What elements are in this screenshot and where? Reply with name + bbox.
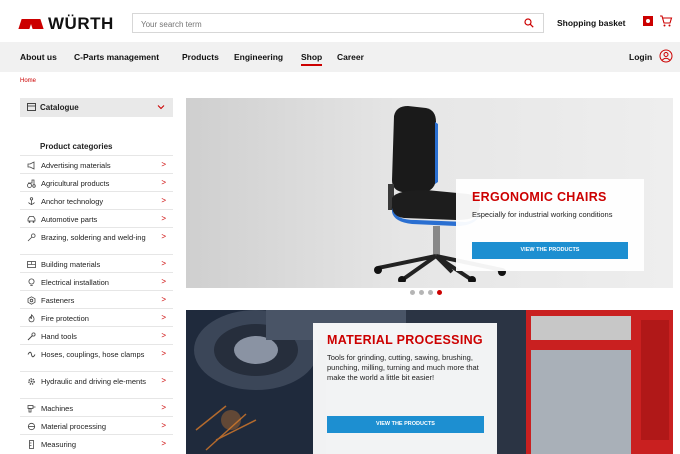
chevron-right-icon: >: [161, 196, 166, 205]
flame-icon: [28, 314, 35, 323]
cart-icon[interactable]: [659, 14, 673, 28]
category-label: Agricultural products: [41, 179, 110, 188]
chevron-right-icon: >: [161, 376, 166, 385]
chevron-right-icon: >: [161, 214, 166, 223]
chairs-promo-title: ERGONOMIC CHAIRS: [472, 190, 607, 204]
search-box: [132, 13, 544, 34]
view-chairs-button[interactable]: VIEW THE PRODUCTS: [472, 242, 628, 259]
gear-icon: [28, 378, 35, 385]
soldering-icon: [27, 233, 36, 242]
chevron-right-icon: >: [161, 349, 166, 358]
ruler-icon: [29, 440, 34, 449]
category-label: Material processing: [41, 422, 107, 431]
category-item[interactable]: Hand tools >: [20, 326, 173, 344]
basket-count-badge: [643, 16, 653, 26]
drill-icon: [27, 405, 36, 413]
search-icon[interactable]: [524, 18, 534, 28]
login-link[interactable]: Login: [629, 52, 652, 62]
chevron-right-icon: >: [161, 421, 166, 430]
category-label: Hoses, couplings, hose clamps: [41, 350, 145, 359]
hose-icon: [27, 351, 36, 358]
bricks-icon: [27, 261, 36, 268]
megaphone-icon: [27, 161, 35, 170]
category-item[interactable]: Electrical installation >: [20, 272, 173, 290]
category-item[interactable]: Automotive parts >: [20, 209, 173, 227]
chevron-right-icon: >: [161, 439, 166, 448]
breadcrumb-home[interactable]: Home: [20, 78, 36, 84]
wurth-logo-mark-icon: [18, 17, 44, 31]
carousel-dot-active[interactable]: [437, 290, 442, 295]
category-label: Measuring: [41, 440, 77, 449]
nav-career[interactable]: Career: [337, 52, 364, 62]
chairs-promo-text: Especially for industrial working condit…: [472, 210, 613, 219]
processing-promo-card: MATERIAL PROCESSING Tools for grinding, …: [313, 323, 497, 454]
chairs-promo-card: ERGONOMIC CHAIRS Especially for industri…: [456, 179, 644, 271]
category-label: Anchor technology: [41, 197, 104, 206]
category-label: Fire protection: [41, 314, 89, 323]
category-label: Hydraulic and driving ele-ments: [41, 377, 147, 386]
category-item[interactable]: Fasteners >: [20, 290, 173, 308]
header: WÜRTH Shopping basket: [0, 0, 680, 42]
nav-products[interactable]: Products: [182, 52, 219, 62]
category-label: Brazing, soldering and weld-ing: [41, 233, 146, 242]
wurth-logo[interactable]: WÜRTH: [18, 14, 114, 34]
shopping-basket-link[interactable]: Shopping basket: [557, 18, 625, 28]
category-label: Fasteners: [41, 296, 75, 305]
search-input[interactable]: [133, 15, 513, 34]
category-label: Automotive parts: [41, 215, 98, 224]
nav-shop[interactable]: Shop: [301, 52, 323, 66]
user-icon[interactable]: [659, 49, 673, 63]
category-label: Hand tools: [41, 332, 77, 341]
processing-promo-text: Tools for grinding, cutting, sawing, bru…: [327, 353, 479, 382]
main-nav: About us C-Parts management Products Eng…: [0, 42, 680, 72]
view-processing-button[interactable]: VIEW THE PRODUCTS: [327, 416, 484, 433]
chevron-right-icon: >: [161, 295, 166, 304]
chevron-right-icon: >: [161, 160, 166, 169]
category-label: Electrical installation: [41, 278, 109, 287]
category-item[interactable]: Machines >: [20, 398, 173, 416]
chevron-right-icon: >: [161, 403, 166, 412]
category-label: Advertising materials: [41, 161, 111, 170]
category-item[interactable]: Material processing >: [20, 416, 173, 434]
product-categories-heading: Product categories: [40, 142, 113, 151]
anchor-icon: [28, 197, 35, 205]
catalogue-icon: [27, 103, 36, 111]
category-item[interactable]: Measuring >: [20, 434, 173, 452]
category-item[interactable]: Advertising materials >: [20, 155, 173, 173]
carousel-dot[interactable]: [428, 290, 433, 295]
carousel-dot[interactable]: [419, 290, 424, 295]
chevron-right-icon: >: [161, 313, 166, 322]
category-item[interactable]: Brazing, soldering and weld-ing >: [20, 227, 173, 254]
chevron-right-icon: >: [161, 277, 166, 286]
chevron-right-icon: >: [161, 232, 166, 241]
category-label: Machines: [41, 404, 74, 413]
category-label: Building materials: [41, 260, 101, 269]
category-item[interactable]: Fire protection >: [20, 308, 173, 326]
catalogue-dropdown[interactable]: Catalogue: [20, 98, 173, 117]
category-item[interactable]: Anchor technology >: [20, 191, 173, 209]
wrench-icon: [27, 332, 36, 341]
bulb-icon: [28, 278, 35, 286]
processing-promo-title: MATERIAL PROCESSING: [327, 333, 483, 347]
category-item[interactable]: Building materials >: [20, 254, 173, 272]
catalogue-label: Catalogue: [40, 103, 79, 112]
nav-engineering[interactable]: Engineering: [234, 52, 283, 62]
carousel-dots: [410, 290, 442, 295]
category-item[interactable]: Agricultural products >: [20, 173, 173, 191]
chevron-right-icon: >: [161, 331, 166, 340]
carousel-dot[interactable]: [410, 290, 415, 295]
tractor-icon: [27, 179, 36, 188]
category-list: Advertising materials > Agricultural pro…: [20, 155, 173, 452]
car-icon: [27, 216, 36, 223]
logo-text: WÜRTH: [48, 14, 114, 33]
grinder-icon: [27, 422, 36, 431]
chevron-right-icon: >: [161, 178, 166, 187]
chevron-right-icon: >: [161, 259, 166, 268]
nut-icon: [27, 296, 36, 305]
nav-c-parts-management[interactable]: C-Parts management: [74, 52, 159, 62]
category-item[interactable]: Hydraulic and driving ele-ments >: [20, 371, 173, 398]
nav-about-us[interactable]: About us: [20, 52, 57, 62]
category-item[interactable]: Hoses, couplings, hose clamps >: [20, 344, 173, 371]
chevron-down-icon: [157, 105, 165, 110]
